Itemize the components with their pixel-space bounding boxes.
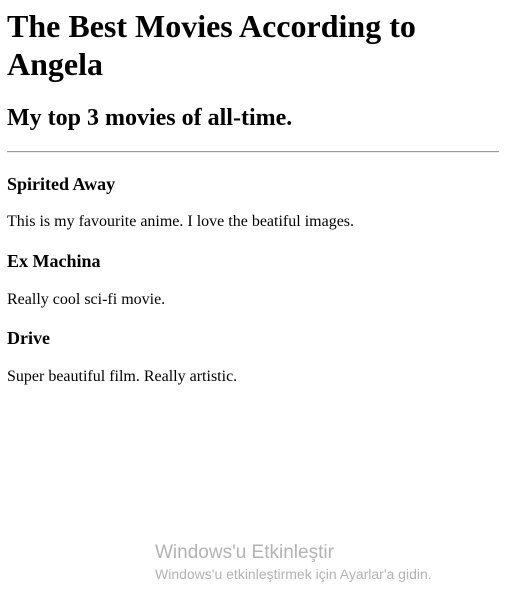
windows-activation-watermark: Windows'u Etkinleştir Windows'u etkinleş…	[155, 541, 432, 583]
watermark-title: Windows'u Etkinleştir	[155, 542, 334, 563]
page-subtitle: My top 3 movies of all-time.	[7, 105, 293, 131]
movie-description: This is my favourite anime. I love the b…	[7, 213, 355, 230]
movie-title-drive: Drive	[7, 328, 50, 348]
watermark-subtitle: Windows'u etkinleştirmek için Ayarlar'a …	[155, 566, 432, 582]
divider	[7, 151, 499, 153]
movie-title-ex-machina: Ex Machina	[7, 251, 101, 271]
movie-list: Spirited Away This is my favourite anime…	[7, 173, 499, 386]
movie-description: Super beautiful film. Really artistic.	[7, 368, 238, 385]
movie-title-spirited-away: Spirited Away	[7, 174, 116, 194]
movie-description: Really cool sci-fi movie.	[7, 291, 166, 308]
page-content: The Best Movies According to Angela My t…	[7, 0, 499, 386]
page-title: The Best Movies According to Angela	[7, 8, 416, 82]
